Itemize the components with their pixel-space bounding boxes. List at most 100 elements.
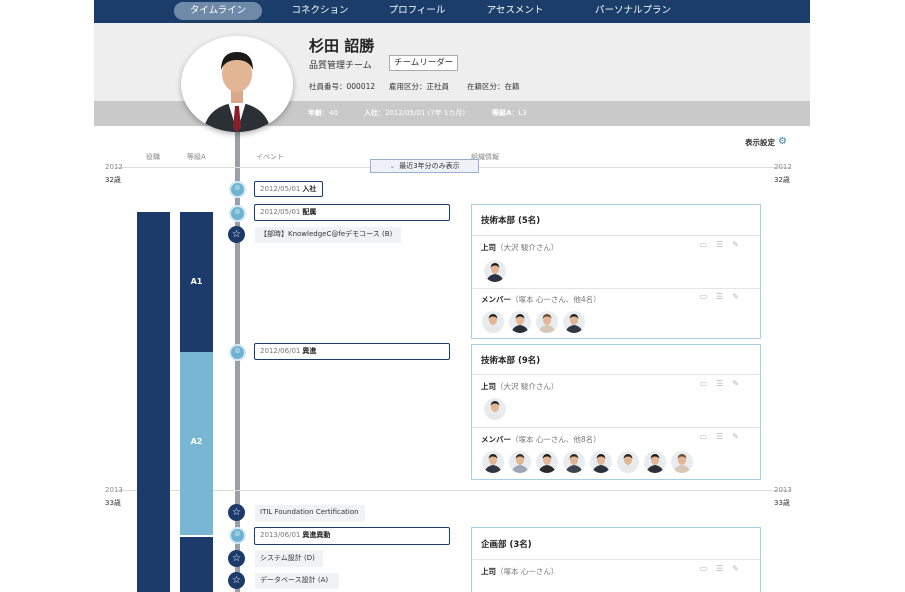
org-card-title: 企画部 (3名) — [481, 540, 532, 550]
folder-icon: ▭ — [699, 432, 717, 441]
nav-tab-personal-plan[interactable]: パーソナルプラン — [578, 2, 688, 20]
edit-icon: ✎ — [732, 432, 748, 441]
nav-tab-assessment[interactable]: アセスメント — [475, 2, 555, 20]
members-label: メンバー（塚本 心一さん、他8名） — [481, 435, 601, 444]
org-card-title: 技術本部 (5名) — [481, 216, 541, 226]
list-icon: ☰ — [716, 432, 733, 441]
grade-bar-label: A1 — [190, 277, 203, 286]
event-database-design[interactable]: データベース設計 (A) — [255, 573, 339, 589]
section-action-icons[interactable]: ▭☰✎ — [700, 379, 748, 388]
org-card[interactable]: 技術本部 (9名) 上司（大沢 駿介さん） ▭☰✎ メンバー（塚本 心一さん、他… — [471, 344, 761, 480]
edit-icon: ✎ — [732, 292, 748, 301]
folder-icon: ▭ — [699, 240, 717, 249]
grade-bar-a1[interactable]: A1 — [180, 212, 213, 352]
employment-status: 在籍区分：在籍 — [467, 82, 520, 91]
member-avatar[interactable] — [671, 451, 693, 473]
location-pin-icon[interactable]: ⌾ — [229, 205, 246, 222]
role-badge: チームリーダー — [389, 55, 459, 71]
year-divider-2013 — [117, 490, 791, 491]
member-avatar[interactable] — [590, 451, 612, 473]
location-pin-icon[interactable]: ⌾ — [229, 527, 246, 544]
age-label-left-2013: 33歳 — [105, 499, 121, 507]
section-action-icons[interactable]: ▭☰✎ — [700, 432, 748, 441]
display-settings-button[interactable]: 表示設定 — [745, 137, 775, 148]
boss-avatar[interactable] — [484, 398, 506, 420]
event-transfer-2013[interactable]: 2013/06/01 異進異動 — [254, 527, 450, 545]
folder-icon: ▭ — [699, 379, 717, 388]
edit-icon: ✎ — [732, 379, 748, 388]
stat-age: 年齢：40 — [308, 109, 338, 117]
column-header-grade: 等級A — [187, 153, 206, 161]
show-recent-3-years-button[interactable]: ⌄ 最近3年分のみ表示 — [370, 159, 479, 173]
event-assigned[interactable]: 2012/05/01 配属 — [254, 204, 450, 221]
boss-avatar[interactable] — [484, 260, 506, 282]
team-name: 品質管理チーム — [309, 61, 372, 71]
list-icon: ☰ — [716, 564, 733, 573]
location-pin-icon[interactable]: ⌾ — [229, 181, 246, 198]
person-photo-icon — [181, 36, 293, 132]
grade-bar-a2[interactable]: A2 — [180, 352, 213, 535]
stat-joined: 入社：2012/05/01 (7年 1カ月) — [364, 109, 466, 117]
folder-icon: ▭ — [699, 564, 717, 573]
org-card[interactable]: 企画部 (3名) 上司（塚本 心一さん） ▭☰✎ — [471, 527, 761, 592]
member-avatar[interactable] — [536, 311, 558, 333]
event-training-knowledgecafe[interactable]: 【部時】KnowledgeC@feデモコース (B) — [255, 227, 401, 243]
star-icon[interactable]: ☆ — [228, 572, 245, 589]
boss-label: 上司（塚本 心一さん） — [481, 567, 559, 576]
card-divider — [472, 374, 760, 375]
member-avatar[interactable] — [482, 451, 504, 473]
stat-grade: 等級A：L3 — [492, 109, 527, 117]
event-system-design[interactable]: システム設計 (D) — [255, 551, 323, 567]
folder-icon: ▭ — [699, 292, 717, 301]
nav-tab-profile[interactable]: プロフィール — [377, 2, 457, 20]
member-avatar[interactable] — [536, 451, 558, 473]
location-pin-icon[interactable]: ⌾ — [229, 344, 246, 361]
grade-bar-label: A2 — [190, 437, 203, 446]
year-label-right-2013: 2013 — [774, 486, 792, 494]
member-avatar[interactable] — [509, 311, 531, 333]
age-label-left: 32歳 — [105, 176, 121, 184]
org-card[interactable]: 技術本部 (5名) 上司（大沢 駿介さん） ▭☰✎ メンバー（塚本 心一さん、他… — [471, 204, 761, 339]
list-icon: ☰ — [716, 292, 733, 301]
year-label-left-2013: 2013 — [105, 486, 123, 494]
event-promotion-2012[interactable]: 2012/06/01 異進 — [254, 343, 450, 360]
nav-tab-timeline[interactable]: タイムライン — [174, 2, 262, 20]
section-action-icons[interactable]: ▭☰✎ — [700, 292, 748, 301]
member-avatar[interactable] — [482, 311, 504, 333]
age-label-right-2013: 33歳 — [774, 499, 790, 507]
member-avatar[interactable] — [617, 451, 639, 473]
grade-bar-next[interactable] — [180, 537, 213, 592]
event-itil-certification[interactable]: ITIL Foundation Certification — [255, 505, 365, 521]
member-avatar[interactable] — [644, 451, 666, 473]
recent-button-label: 最近3年分のみ表示 — [399, 162, 460, 170]
event-joined[interactable]: 2012/05/01 入社 — [254, 181, 323, 197]
position-bar[interactable] — [137, 212, 170, 592]
star-icon[interactable]: ☆ — [228, 550, 245, 567]
star-icon[interactable]: ☆ — [228, 504, 245, 521]
column-header-position: 役職 — [146, 153, 160, 161]
card-divider — [472, 288, 760, 289]
chevron-down-icon: ⌄ — [389, 162, 396, 170]
boss-label: 上司（大沢 駿介さん） — [481, 382, 559, 391]
nav-tab-connection[interactable]: コネクション — [280, 2, 360, 20]
star-icon[interactable]: ☆ — [228, 226, 245, 243]
gear-icon[interactable]: ⚙ — [778, 137, 787, 147]
app-frame: タイムライン コネクション プロフィール アセスメント パーソナルプラン 年齢：… — [94, 0, 810, 592]
section-action-icons[interactable]: ▭☰✎ — [700, 240, 748, 249]
members-label: メンバー（塚本 心一さん、他4名） — [481, 295, 601, 304]
member-avatar[interactable] — [509, 451, 531, 473]
member-avatar[interactable] — [563, 311, 585, 333]
employee-name: 杉田 詔勝 — [309, 37, 375, 55]
section-action-icons[interactable]: ▭☰✎ — [700, 564, 748, 573]
card-divider — [472, 427, 760, 428]
age-label-right: 32歳 — [774, 176, 790, 184]
card-divider — [472, 235, 760, 236]
edit-icon: ✎ — [732, 240, 748, 249]
member-avatar[interactable] — [563, 451, 585, 473]
column-header-event: イベント — [256, 153, 284, 161]
list-icon: ☰ — [716, 240, 733, 249]
year-label-left: 2012 — [105, 163, 123, 171]
card-divider — [472, 559, 760, 560]
org-card-title: 技術本部 (9名) — [481, 356, 541, 366]
employment-type: 雇用区分：正社員 — [389, 82, 449, 91]
